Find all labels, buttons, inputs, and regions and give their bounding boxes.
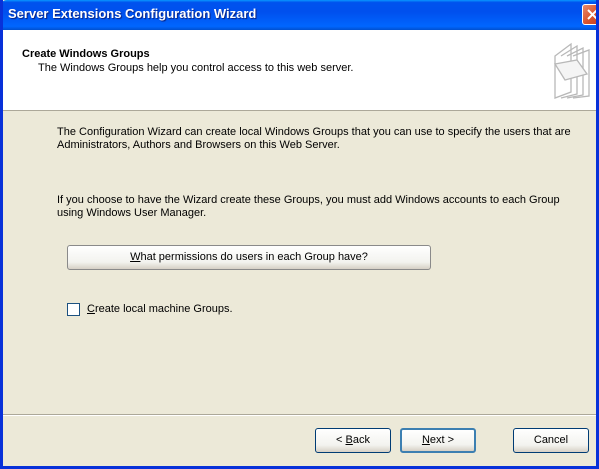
- description-paragraph-2: If you choose to have the Wizard create …: [57, 194, 560, 219]
- cancel-button[interactable]: Cancel: [513, 428, 589, 453]
- wizard-pages-icon: [553, 42, 590, 99]
- create-groups-checkbox[interactable]: [67, 303, 80, 316]
- wizard-header: Create Windows Groups The Windows Groups…: [3, 30, 596, 111]
- permissions-button-label: hat permissions do users in each Group h…: [140, 251, 368, 263]
- back-button[interactable]: < Back: [315, 428, 391, 453]
- wizard-window: Server Extensions Configuration Wizard C…: [0, 0, 599, 469]
- next-button[interactable]: Next >: [400, 428, 476, 453]
- close-icon: [587, 9, 596, 20]
- permissions-button-accel: W: [130, 251, 141, 263]
- title-bar[interactable]: Server Extensions Configuration Wizard: [3, 0, 596, 30]
- footer-divider: [3, 414, 596, 416]
- permissions-info-button[interactable]: What permissions do users in each Group …: [67, 245, 431, 270]
- close-button[interactable]: [582, 4, 596, 25]
- create-groups-label[interactable]: Create local machine Groups.: [87, 303, 233, 315]
- window-title: Server Extensions Configuration Wizard: [8, 6, 257, 21]
- page-subtitle: The Windows Groups help you control acce…: [38, 62, 354, 74]
- page-title: Create Windows Groups: [22, 48, 150, 60]
- description-paragraph-1: The Configuration Wizard can create loca…: [57, 126, 571, 151]
